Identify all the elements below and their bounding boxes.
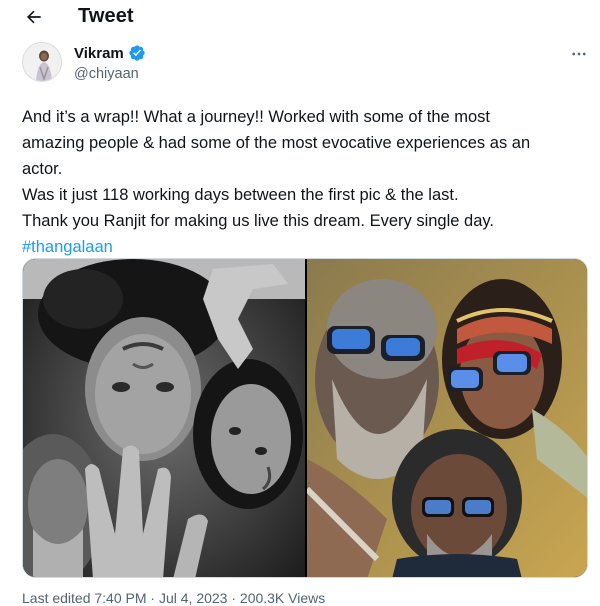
tweet-header: Tweet (0, 0, 600, 34)
tweet-line: Was it just 118 working days between the… (22, 186, 459, 204)
back-button[interactable] (20, 4, 48, 30)
tweet-line: actor. (22, 160, 63, 178)
color-costume-selfie-photo[interactable] (304, 259, 587, 577)
verified-badge-icon (129, 45, 145, 61)
tweet-metadata: Last edited 7:40 PM · Jul 4, 2023 · 200.… (22, 590, 326, 606)
user-handle[interactable]: @chiyaan (74, 66, 139, 82)
page-title: Tweet (78, 5, 134, 27)
tweet-line: amazing people & had some of the most ev… (22, 134, 531, 152)
tweet-line: And it’s a wrap!! What a journey!! Worke… (22, 108, 491, 126)
arrow-left-icon (27, 10, 41, 24)
black-and-white-selfie-photo[interactable] (23, 259, 305, 577)
name-row: Vikram (74, 44, 146, 62)
tweet-author: Vikram @chiyaan (22, 42, 586, 88)
display-name[interactable]: Vikram (74, 45, 124, 62)
tweet-line: Thank you Ranjit for making us live this… (22, 212, 494, 230)
more-options-button[interactable] (565, 42, 593, 66)
more-horizontal-icon (572, 52, 586, 56)
avatar[interactable] (22, 42, 62, 82)
tweet-text: And it’s a wrap!! What a journey!! Worke… (22, 104, 582, 260)
tweet-media (22, 258, 588, 578)
hashtag-link[interactable]: #thangalaan (22, 238, 113, 256)
